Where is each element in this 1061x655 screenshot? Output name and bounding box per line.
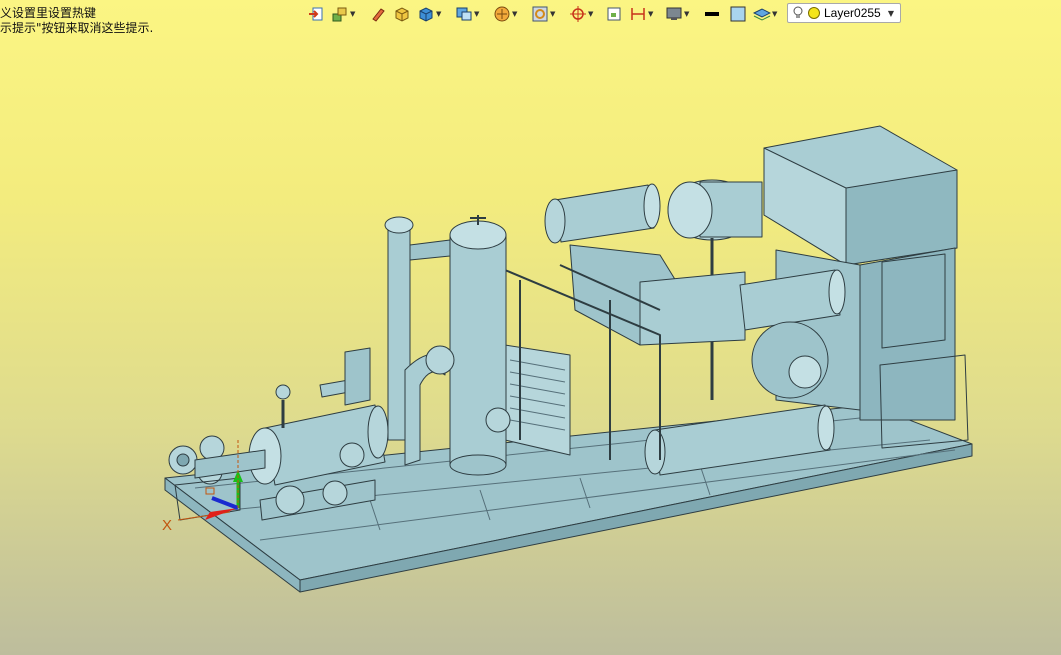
cad-viewport[interactable] [0,0,1061,655]
compressor-skid-model[interactable] [164,125,973,593]
x-axis-label: X [162,517,173,534]
